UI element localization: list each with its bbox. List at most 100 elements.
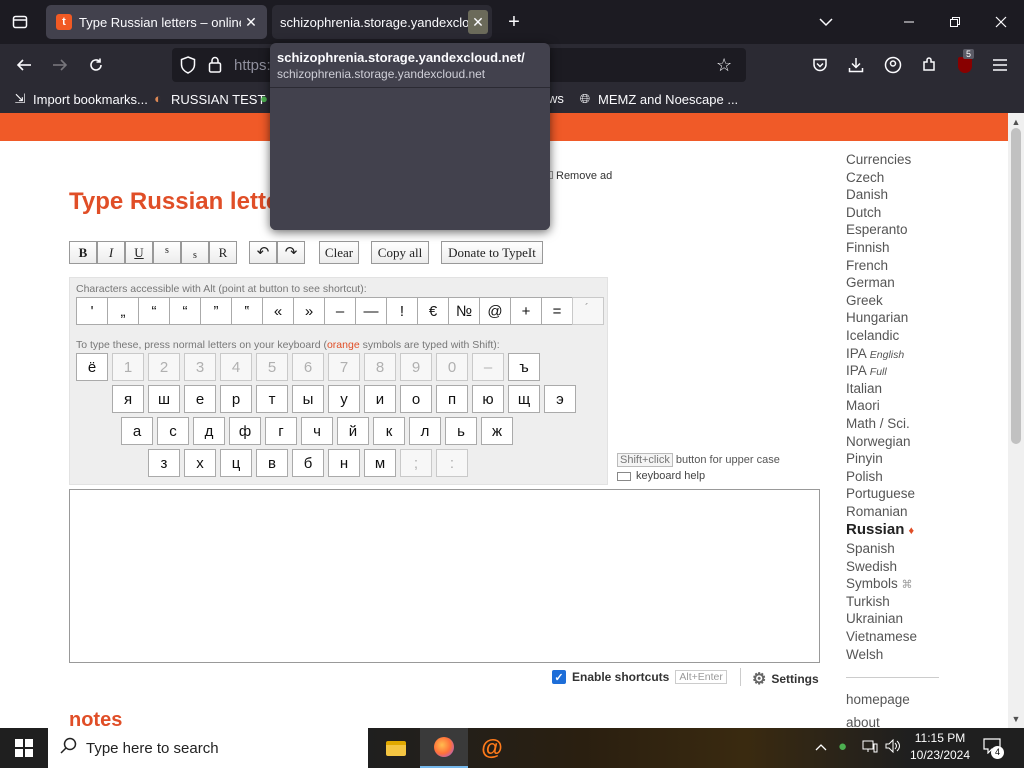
char-key[interactable]: а: [121, 417, 153, 445]
char-key[interactable]: б: [292, 449, 324, 477]
char-key[interactable]: т: [256, 385, 288, 413]
char-key[interactable]: 0: [436, 353, 468, 381]
enable-shortcuts-toggle[interactable]: ✓ Enable shortcuts Alt+Enter: [552, 670, 727, 684]
char-key[interactable]: ж: [481, 417, 513, 445]
taskbar-search[interactable]: Type here to search: [48, 728, 368, 768]
donate-button[interactable]: Donate to TypeIt: [441, 241, 543, 264]
sidebar-item-language[interactable]: Welsh: [846, 647, 966, 665]
shield-icon[interactable]: [180, 56, 196, 78]
char-key[interactable]: @: [479, 297, 511, 325]
char-key[interactable]: =: [541, 297, 573, 325]
undo-button[interactable]: ↶: [249, 241, 277, 264]
char-key[interactable]: ф: [229, 417, 261, 445]
text-input-area[interactable]: [69, 489, 820, 663]
char-key[interactable]: ч: [301, 417, 333, 445]
char-key[interactable]: п: [436, 385, 468, 413]
downloads-icon[interactable]: [842, 51, 870, 79]
start-button[interactable]: [0, 728, 48, 768]
char-key[interactable]: х: [184, 449, 216, 477]
close-tab-icon[interactable]: ✕: [241, 14, 261, 31]
bookmark-star-icon[interactable]: ☆: [716, 55, 732, 76]
homepage-link[interactable]: homepage: [846, 692, 910, 707]
reload-icon[interactable]: [82, 51, 110, 79]
page-scrollbar[interactable]: ▲ ▼: [1008, 113, 1024, 728]
firefox-taskbar-icon[interactable]: [420, 728, 468, 768]
menu-hamburger-icon[interactable]: [986, 51, 1014, 79]
remove-format-button[interactable]: R: [209, 241, 237, 264]
network-icon[interactable]: [862, 739, 878, 756]
bookmark-import[interactable]: ⇲ Import bookmarks...: [12, 91, 148, 107]
sidebar-item-language[interactable]: Portuguese: [846, 486, 966, 504]
system-clock[interactable]: 11:15 PM 10/23/2024: [905, 730, 975, 764]
keyboard-help-link[interactable]: keyboard help: [617, 470, 705, 482]
remove-ad-link[interactable]: Remove ad: [545, 170, 612, 182]
char-key[interactable]: в: [256, 449, 288, 477]
char-key[interactable]: з: [148, 449, 180, 477]
file-explorer-icon[interactable]: [372, 728, 420, 768]
char-key[interactable]: 8: [364, 353, 396, 381]
char-key[interactable]: ю: [472, 385, 504, 413]
char-key[interactable]: у: [328, 385, 360, 413]
firefox-view-icon[interactable]: [6, 8, 34, 36]
char-key[interactable]: л: [409, 417, 441, 445]
account-icon[interactable]: [879, 51, 907, 79]
char-key[interactable]: ы: [292, 385, 324, 413]
char-key[interactable]: й: [337, 417, 369, 445]
char-key[interactable]: 7: [328, 353, 360, 381]
sidebar-item-language[interactable]: Swedish: [846, 559, 966, 577]
bold-button[interactable]: B: [69, 241, 97, 264]
scroll-up-icon[interactable]: ▲: [1008, 115, 1024, 129]
list-tabs-chevron-icon[interactable]: [812, 8, 840, 36]
sidebar-item-language[interactable]: Dutch: [846, 205, 966, 223]
clear-button[interactable]: Clear: [319, 241, 359, 264]
char-key[interactable]: ;: [400, 449, 432, 477]
bookmark-russian-test[interactable]: ◐ RUSSIAN TEST: [150, 91, 265, 107]
char-key[interactable]: я: [112, 385, 144, 413]
sidebar-item-language[interactable]: Pinyin: [846, 451, 966, 469]
sidebar-item-language[interactable]: Polish: [846, 469, 966, 487]
char-key[interactable]: –: [472, 353, 504, 381]
copy-all-button[interactable]: Copy all: [371, 241, 429, 264]
char-key[interactable]: ́: [572, 297, 604, 325]
sidebar-item-language[interactable]: Danish: [846, 187, 966, 205]
back-arrow-icon[interactable]: [10, 51, 38, 79]
char-key[interactable]: 2: [148, 353, 180, 381]
char-key[interactable]: с: [157, 417, 189, 445]
restore-icon[interactable]: [941, 8, 969, 36]
char-key[interactable]: №: [448, 297, 480, 325]
char-key[interactable]: —: [355, 297, 387, 325]
forward-arrow-icon[interactable]: [46, 51, 74, 79]
char-key[interactable]: р: [220, 385, 252, 413]
char-key[interactable]: н: [328, 449, 360, 477]
char-key[interactable]: е: [184, 385, 216, 413]
user-tray-icon[interactable]: ●: [838, 738, 847, 755]
char-key[interactable]: к: [373, 417, 405, 445]
char-key[interactable]: э: [544, 385, 576, 413]
char-key[interactable]: м: [364, 449, 396, 477]
sidebar-item-language[interactable]: Vietnamese: [846, 629, 966, 647]
subscript-button[interactable]: s: [181, 241, 209, 264]
char-key[interactable]: 5: [256, 353, 288, 381]
sidebar-item-language[interactable]: IPA Full: [846, 363, 966, 381]
char-key[interactable]: 3: [184, 353, 216, 381]
sidebar-item-language[interactable]: Turkish: [846, 594, 966, 612]
volume-icon[interactable]: [885, 738, 901, 756]
pocket-icon[interactable]: [806, 51, 834, 79]
char-key[interactable]: ё: [76, 353, 108, 381]
char-key[interactable]: „: [107, 297, 139, 325]
tray-chevron-up-icon[interactable]: [815, 740, 827, 754]
scroll-down-icon[interactable]: ▼: [1008, 712, 1024, 726]
char-key[interactable]: ш: [148, 385, 180, 413]
sidebar-item-language[interactable]: French: [846, 258, 966, 276]
sidebar-item-language[interactable]: Italian: [846, 381, 966, 399]
sidebar-item-language[interactable]: IPA English: [846, 346, 966, 364]
notifications-icon[interactable]: 4: [983, 738, 1004, 759]
char-key[interactable]: “: [138, 297, 170, 325]
char-key[interactable]: 6: [292, 353, 324, 381]
char-key[interactable]: щ: [508, 385, 540, 413]
char-key[interactable]: –: [324, 297, 356, 325]
char-key[interactable]: ц: [220, 449, 252, 477]
char-key[interactable]: 4: [220, 353, 252, 381]
superscript-button[interactable]: s: [153, 241, 181, 264]
redo-button[interactable]: ↷: [277, 241, 305, 264]
